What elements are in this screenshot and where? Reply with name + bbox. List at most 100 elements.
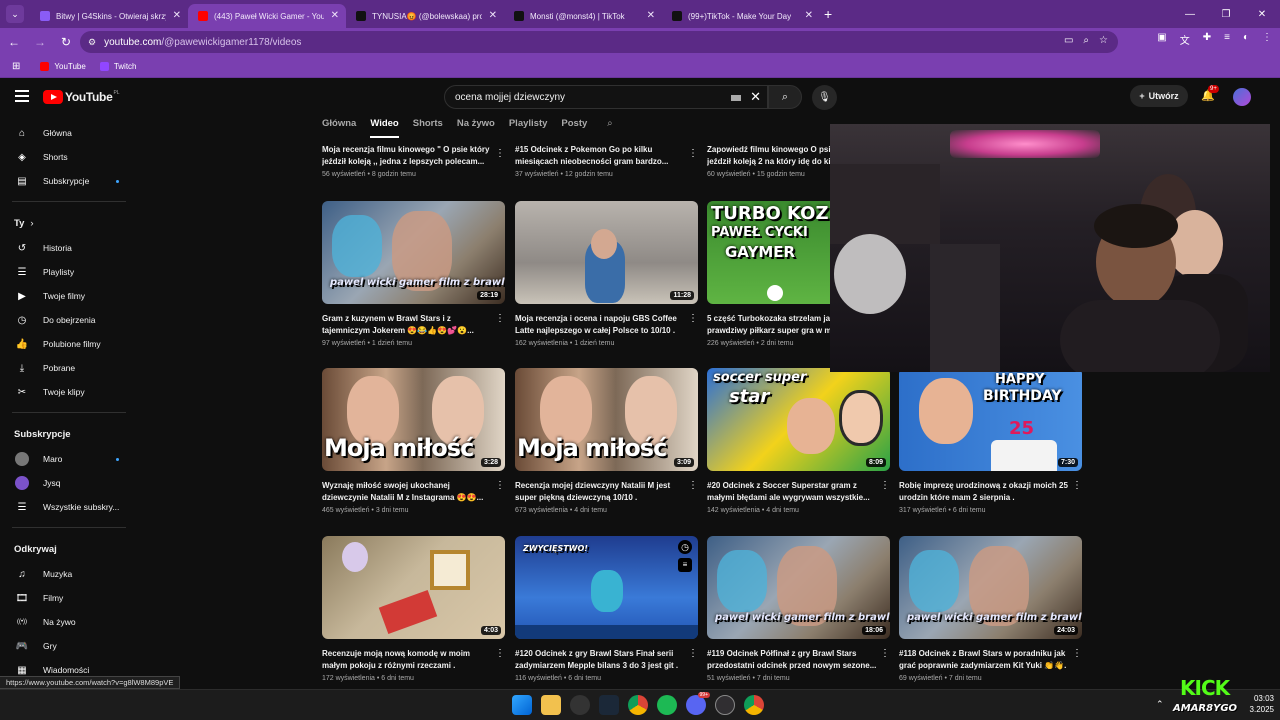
video-card[interactable]: HAPPY BIRTHDAY 25 7:30 Robię imprezę urodzin… [899, 368, 1082, 514]
new-tab-button[interactable]: + [824, 6, 832, 22]
channel-tab[interactable]: Posty [561, 118, 587, 138]
channel-tab[interactable]: Shorts [413, 118, 443, 138]
zoom-icon[interactable]: ⌕ [1083, 35, 1089, 46]
sidebar-item[interactable]: ↺ Historia [0, 236, 138, 260]
video-title[interactable]: Recenzja mojej dziewczyny Natalii M jest… [515, 480, 685, 504]
more-actions-icon[interactable]: ⋮ [495, 313, 505, 324]
more-actions-icon[interactable]: ⋮ [688, 313, 698, 324]
video-card[interactable]: Moja miłość 3:09 Recenzja mojej dziewczyny… [515, 368, 698, 514]
browser-tab[interactable]: (443) Paweł Wicki Gamer - YouT ✕ [188, 4, 346, 28]
tab-close-icon[interactable]: ✕ [173, 10, 181, 21]
notifications-bell-icon[interactable]: 🔔 9+ [1201, 85, 1219, 102]
video-title[interactable]: #20 Odcinek z Soccer Superstar gram z ma… [707, 480, 877, 504]
chrome-icon-2[interactable] [744, 695, 764, 715]
more-actions-icon[interactable]: ⋮ [495, 648, 505, 659]
more-actions-icon[interactable]: ⋮ [880, 480, 890, 491]
tab-close-icon[interactable]: ✕ [331, 10, 339, 21]
video-thumbnail[interactable]: HAPPY BIRTHDAY 25 7:30 [899, 368, 1082, 471]
channel-tab[interactable]: Playlisty [509, 118, 548, 138]
video-title[interactable]: #15 Odcinek z Pokemon Go po kilku miesią… [515, 144, 685, 168]
account-avatar[interactable] [1233, 88, 1251, 106]
apps-icon[interactable]: ⊞ [12, 61, 20, 72]
sidebar-item[interactable]: ✂ Twoje klipy [0, 380, 138, 404]
sidebar-item[interactable]: 👍 Polubione filmy [0, 332, 138, 356]
subscription-item[interactable]: ☰ Wszystkie subskry... [0, 495, 138, 519]
bookmark-item[interactable]: Twitch [99, 62, 137, 71]
video-title[interactable]: Moja recenzja filmu kinowego " O psie kt… [322, 144, 492, 168]
video-title[interactable]: Moja recenzja i ocena i napoju GBS Coffe… [515, 313, 685, 337]
close-window-icon[interactable]: ✕ [1244, 0, 1280, 28]
profile-icon[interactable]: ◐ [1243, 32, 1249, 47]
discord-icon[interactable]: 99+ [686, 692, 710, 715]
file-explorer-icon[interactable] [541, 695, 561, 715]
tab-close-icon[interactable]: ✕ [805, 10, 813, 21]
spotify-icon[interactable] [657, 695, 677, 715]
bookmark-item[interactable]: YouTube [40, 62, 86, 71]
video-card[interactable]: Moja miłość 3:28 Wyznaję miłość swojej uko… [322, 368, 505, 514]
more-actions-icon[interactable]: ⋮ [688, 648, 698, 659]
video-thumbnail[interactable]: pawel wicki gamer film z brawl 28:19 [322, 201, 505, 304]
clear-search-icon[interactable]: ✕ [750, 89, 761, 105]
sidebar-item[interactable]: ☰ Playlisty [0, 260, 138, 284]
tray-chevron-icon[interactable]: ⌃ [1156, 699, 1164, 710]
video-thumbnail[interactable]: 11:28 [515, 201, 698, 304]
subscription-item[interactable]: Jysq [0, 471, 138, 495]
video-thumbnail[interactable]: soccer super star 8:09 [707, 368, 890, 471]
minimize-icon[interactable]: — [1172, 0, 1208, 28]
sidebar-item[interactable]: ⤓ Pobrane [0, 356, 138, 380]
video-card[interactable]: pawel wicki gamer film z brawl 28:19 Gram … [322, 201, 505, 347]
restore-icon[interactable]: ❐ [1208, 0, 1244, 28]
cast-icon[interactable]: ▭ [1064, 35, 1073, 46]
video-card[interactable]: ZWYCIĘSTWO! ◷ ≡ #120 Odcinek z gry Brawl St… [515, 536, 698, 682]
channel-tab[interactable]: Główna [322, 118, 356, 138]
video-card[interactable]: 4:03 Recenzuje moją nową komodę w moim ma… [322, 536, 505, 682]
video-card[interactable]: pawel wicki gamer film z brawl 18:06 #119 … [707, 536, 890, 682]
browser-tab[interactable]: (99+)TikTok - Make Your Day ✕ [662, 4, 820, 28]
search-button[interactable]: ⌕ [768, 85, 802, 109]
tab-close-icon[interactable]: ✕ [489, 10, 497, 21]
channel-tab[interactable]: Wideo [370, 118, 399, 138]
forward-icon[interactable]: → [28, 30, 52, 54]
more-actions-icon[interactable]: ⋮ [1072, 480, 1082, 491]
steam-icon[interactable] [599, 695, 619, 715]
more-actions-icon[interactable]: ⋮ [688, 148, 698, 159]
video-card[interactable]: pawel wicki gamer film z brawl 24:03 #118 … [899, 536, 1082, 682]
watch-later-icon[interactable]: ◷ [678, 540, 692, 554]
more-actions-icon[interactable]: ⋮ [1072, 648, 1082, 659]
windows-start-icon[interactable] [512, 695, 532, 715]
video-card[interactable]: soccer super star 8:09 #20 Odcinek z Soccer… [707, 368, 890, 514]
sidebar-item[interactable]: ▤ Subskrypcje [0, 169, 138, 193]
channel-tab[interactable]: Na żywo [457, 118, 495, 138]
video-card[interactable]: 11:28 Moja recenzja i ocena i napoju GBS … [515, 201, 698, 347]
video-title[interactable]: Robię imprezę urodzinową z okazji moich … [899, 480, 1069, 504]
sidebar-item[interactable]: ◈ Shorts [0, 145, 138, 169]
sidebar-item[interactable]: 🎮 Gry [0, 634, 138, 658]
video-thumbnail[interactable]: pawel wicki gamer film z brawl 24:03 [899, 536, 1082, 639]
search-input[interactable]: ocena mojjej dziewczyny ✕ [444, 85, 768, 109]
bookmark-star-icon[interactable]: ☆ [1099, 35, 1108, 46]
more-actions-icon[interactable]: ⋮ [688, 480, 698, 491]
sidebar-item[interactable]: ⌂ Główna [0, 121, 138, 145]
sidebar-item[interactable]: ◷ Do obejrzenia [0, 308, 138, 332]
more-actions-icon[interactable]: ⋮ [495, 148, 505, 159]
video-title[interactable]: Recenzuje moją nową komodę w moim małym … [322, 648, 492, 672]
video-title[interactable]: #120 Odcinek z gry Brawl Stars Finał ser… [515, 648, 685, 672]
sidebar-you-header[interactable]: Ty › [0, 210, 138, 236]
subscription-item[interactable]: Maro [0, 447, 138, 471]
extension-icon[interactable]: ▣ [1157, 32, 1166, 47]
sidebar-item[interactable]: ((•)) Na żywo [0, 610, 138, 634]
browser-tab[interactable]: Monsti (@monst4) | TikTok ✕ [504, 4, 662, 28]
youtube-logo[interactable]: YouTube PL [43, 90, 120, 104]
site-info-icon[interactable]: ⚙ [88, 37, 96, 48]
video-thumbnail[interactable]: ZWYCIĘSTWO! ◷ ≡ [515, 536, 698, 639]
puzzle-icon[interactable]: ✚ [1203, 32, 1211, 47]
back-icon[interactable]: ← [2, 30, 26, 54]
chrome-icon[interactable] [628, 695, 648, 715]
video-title[interactable]: #118 Odcinek z Brawl Stars w poradniku j… [899, 648, 1069, 672]
video-thumbnail[interactable]: pawel wicki gamer film z brawl 18:06 [707, 536, 890, 639]
video-title[interactable]: #119 Odcinek Półfinał z gry Brawl Stars … [707, 648, 877, 672]
menu-icon[interactable]: ⋮ [1262, 32, 1272, 47]
create-button[interactable]: + Utwórz [1130, 85, 1188, 107]
add-to-queue-icon[interactable]: ≡ [678, 558, 692, 572]
translate-icon[interactable]: 文 [1180, 32, 1190, 47]
